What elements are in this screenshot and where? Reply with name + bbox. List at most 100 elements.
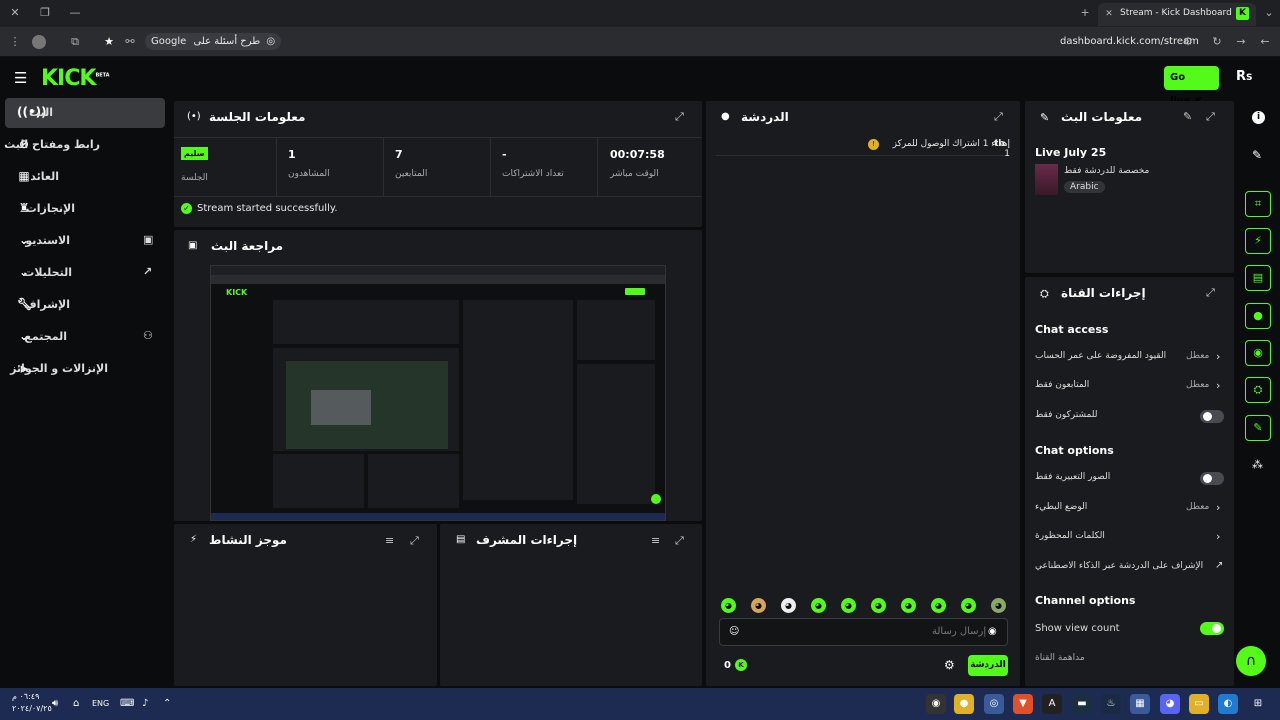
edit-icon[interactable]: ✎ xyxy=(1252,148,1262,162)
back-icon[interactable]: ← xyxy=(1258,35,1272,49)
chat-input[interactable]: ☺ إرسال رسالة ◉ xyxy=(719,618,1008,646)
close-tab-icon[interactable]: ✕ xyxy=(1102,7,1116,21)
google-search-chip[interactable]: Google طرح أسئلة على ◎ xyxy=(145,33,282,50)
sidebar-item-community[interactable]: ⌄ المجتمع ⚇ xyxy=(5,322,165,352)
app-icon[interactable]: A xyxy=(1042,694,1062,714)
show-view-count-row: Show view count xyxy=(1035,623,1225,634)
steam-icon[interactable]: ♨ xyxy=(1101,694,1121,714)
info-icon[interactable]: i xyxy=(1252,111,1265,124)
broadcast-icon[interactable]: ◉ xyxy=(1245,340,1271,366)
wrench-icon[interactable]: ✎ xyxy=(1245,415,1271,441)
emote-icon[interactable]: ◕ xyxy=(751,598,766,613)
sidebar-item-analytics[interactable]: ⌄ التحليلات ↗ xyxy=(5,258,165,288)
extensions-icon[interactable]: ⧉ xyxy=(68,35,82,49)
show-view-count-toggle[interactable] xyxy=(1200,622,1224,635)
url-text[interactable]: dashboard.kick.com/stream xyxy=(1060,36,1199,47)
folder-icon[interactable]: ▭ xyxy=(1189,694,1209,714)
followers-only-row[interactable]: المتابعون فقط معطل › xyxy=(1035,379,1225,392)
emote-icon[interactable]: ◕ xyxy=(901,598,916,613)
sidebar-item-moderation[interactable]: 🔧︎ الإشراف xyxy=(5,290,165,320)
clock-icon[interactable]: ◉ xyxy=(988,626,997,637)
chevron-up-icon[interactable]: ⌃ xyxy=(163,698,171,709)
obs-icon[interactable]: ◉ xyxy=(926,694,946,714)
emote-icon[interactable]: ◕ xyxy=(721,598,736,613)
channel-raid-row[interactable]: مداهمة القناة xyxy=(1035,653,1225,663)
stream-preview-video[interactable]: KICK xyxy=(210,265,666,521)
volume-icon[interactable]: 🔊︎ xyxy=(52,698,58,709)
user-avatar[interactable]: RS xyxy=(1236,69,1253,84)
new-tab-icon[interactable]: + xyxy=(1078,6,1092,20)
ai-moderation-row[interactable]: الإشراف على الدردشة عبر الذكاء الاصطناعي… xyxy=(1035,560,1225,571)
qr-icon[interactable]: ⌗ xyxy=(1245,191,1271,217)
lightning-icon[interactable]: ⚡︎ xyxy=(1245,228,1271,254)
filter-icon[interactable]: ≡ xyxy=(385,534,394,547)
support-icon[interactable]: ∩ xyxy=(1236,646,1266,676)
bookmark-star-icon[interactable]: ★ xyxy=(102,35,116,49)
menu-dots-icon[interactable]: ⋮ xyxy=(8,35,22,49)
emotes-only-label: الصور التعبيرية فقط xyxy=(1035,472,1111,482)
forward-icon[interactable]: → xyxy=(1234,35,1248,49)
discord-icon[interactable]: ◕ xyxy=(1160,694,1180,714)
input-language[interactable]: ENG xyxy=(92,699,109,708)
emote-icon[interactable]: ◕ xyxy=(991,598,1006,613)
emoji-icon[interactable]: ☺ xyxy=(729,626,739,637)
kick-logo[interactable]: KICKBETA xyxy=(41,66,110,91)
banned-words-row[interactable]: الكلمات المحظورة › xyxy=(1035,530,1225,543)
active-tab[interactable]: ✕ Stream - Kick Dashboard K xyxy=(1098,3,1256,26)
sidebar-item-studio[interactable]: ⌄ الاستديو ▣ xyxy=(5,226,165,256)
expand-icon[interactable]: ⤢ xyxy=(675,534,684,548)
expand-icon[interactable]: ⤢ xyxy=(1206,286,1215,300)
emotes-only-toggle[interactable] xyxy=(1200,472,1224,485)
minimize-window-icon[interactable]: — xyxy=(68,6,82,20)
edge-icon[interactable]: ◐ xyxy=(1218,694,1238,714)
account-age-restriction-row[interactable]: القيود المفروضة على عمر الحساب معطل › xyxy=(1035,350,1225,363)
restore-window-icon[interactable]: ❐ xyxy=(38,6,52,20)
store-icon[interactable]: ▦ xyxy=(1130,694,1150,714)
sidebar-item-stream-key[interactable]: ⊘ رابط ومفتاح البث xyxy=(4,130,165,160)
edit-icon[interactable]: ✎ xyxy=(1183,110,1192,123)
emote-icon[interactable]: ◕ xyxy=(931,598,946,613)
account-age-value: معطل xyxy=(1186,351,1210,361)
omnibox[interactable]: ★ ⚯ Google طرح أسئلة على ◎ xyxy=(90,32,1060,52)
expand-icon[interactable]: ⤢ xyxy=(1206,110,1215,124)
close-window-icon[interactable]: ✕ xyxy=(8,6,22,20)
emote-icon[interactable]: ◕ xyxy=(811,598,826,613)
emote-icon[interactable]: ◕ xyxy=(841,598,856,613)
reload-icon[interactable]: ↻ xyxy=(1210,35,1224,49)
keyboard-icon[interactable]: ⌨ xyxy=(120,698,134,709)
app-icon[interactable]: ▬ xyxy=(1072,694,1092,714)
add-widget-icon[interactable]: ⁂ xyxy=(1252,458,1263,471)
microphone-icon[interactable]: ♪ xyxy=(142,698,148,709)
expand-icon[interactable]: ⤢ xyxy=(994,110,1003,124)
brave-icon[interactable]: ▼ xyxy=(1013,694,1033,714)
emote-icon[interactable]: ◕ xyxy=(961,598,976,613)
network-icon[interactable]: ⌂ xyxy=(73,698,79,709)
sidebar-item-achievements[interactable]: ♜ الإنجازات xyxy=(5,194,165,224)
gear-icon[interactable]: ⚙ xyxy=(944,658,955,672)
kick-points-icon: K xyxy=(735,659,747,671)
translate-icon[interactable]: ⚯ xyxy=(123,35,137,49)
app-icon[interactable]: ● xyxy=(954,694,974,714)
tab-search-icon[interactable]: ⌄ xyxy=(1262,6,1276,20)
profile-avatar[interactable] xyxy=(32,35,46,49)
chrome-icon[interactable]: ◎ xyxy=(984,694,1004,714)
slow-mode-row[interactable]: الوضع البطيء معطل › xyxy=(1035,501,1225,514)
expand-icon[interactable]: ⤢ xyxy=(675,110,684,124)
channel-actions-icon[interactable]: ⛭ xyxy=(1245,377,1271,403)
emote-icon[interactable]: ◕ xyxy=(871,598,886,613)
start-icon[interactable]: ⊞ xyxy=(1248,694,1268,714)
expand-icon[interactable]: ⤢ xyxy=(410,534,419,548)
subscribers-only-toggle[interactable] xyxy=(1200,410,1224,423)
document-icon[interactable]: ▤ xyxy=(1245,265,1271,291)
hamburger-menu-icon[interactable]: ☰ xyxy=(14,69,27,87)
chat-send-button[interactable]: الدردشة xyxy=(968,655,1008,676)
chat-bubble-icon[interactable]: ● xyxy=(1245,303,1271,329)
filter-icon[interactable]: ≡ xyxy=(651,534,660,547)
emote-icon[interactable]: ◕ xyxy=(781,598,796,613)
site-settings-icon[interactable]: ⚙ xyxy=(1181,35,1195,49)
sidebar-item-drops[interactable]: ⫸ الإنزالات و الجوائز xyxy=(5,354,165,384)
sidebar-item-revenue[interactable]: ▦ العائد xyxy=(5,162,165,192)
session-label: الجلسة xyxy=(181,173,208,183)
go-live-button[interactable]: Go liveK xyxy=(1164,66,1219,107)
sidebar-item-stream[interactable]: ((•)) البث xyxy=(5,98,165,128)
